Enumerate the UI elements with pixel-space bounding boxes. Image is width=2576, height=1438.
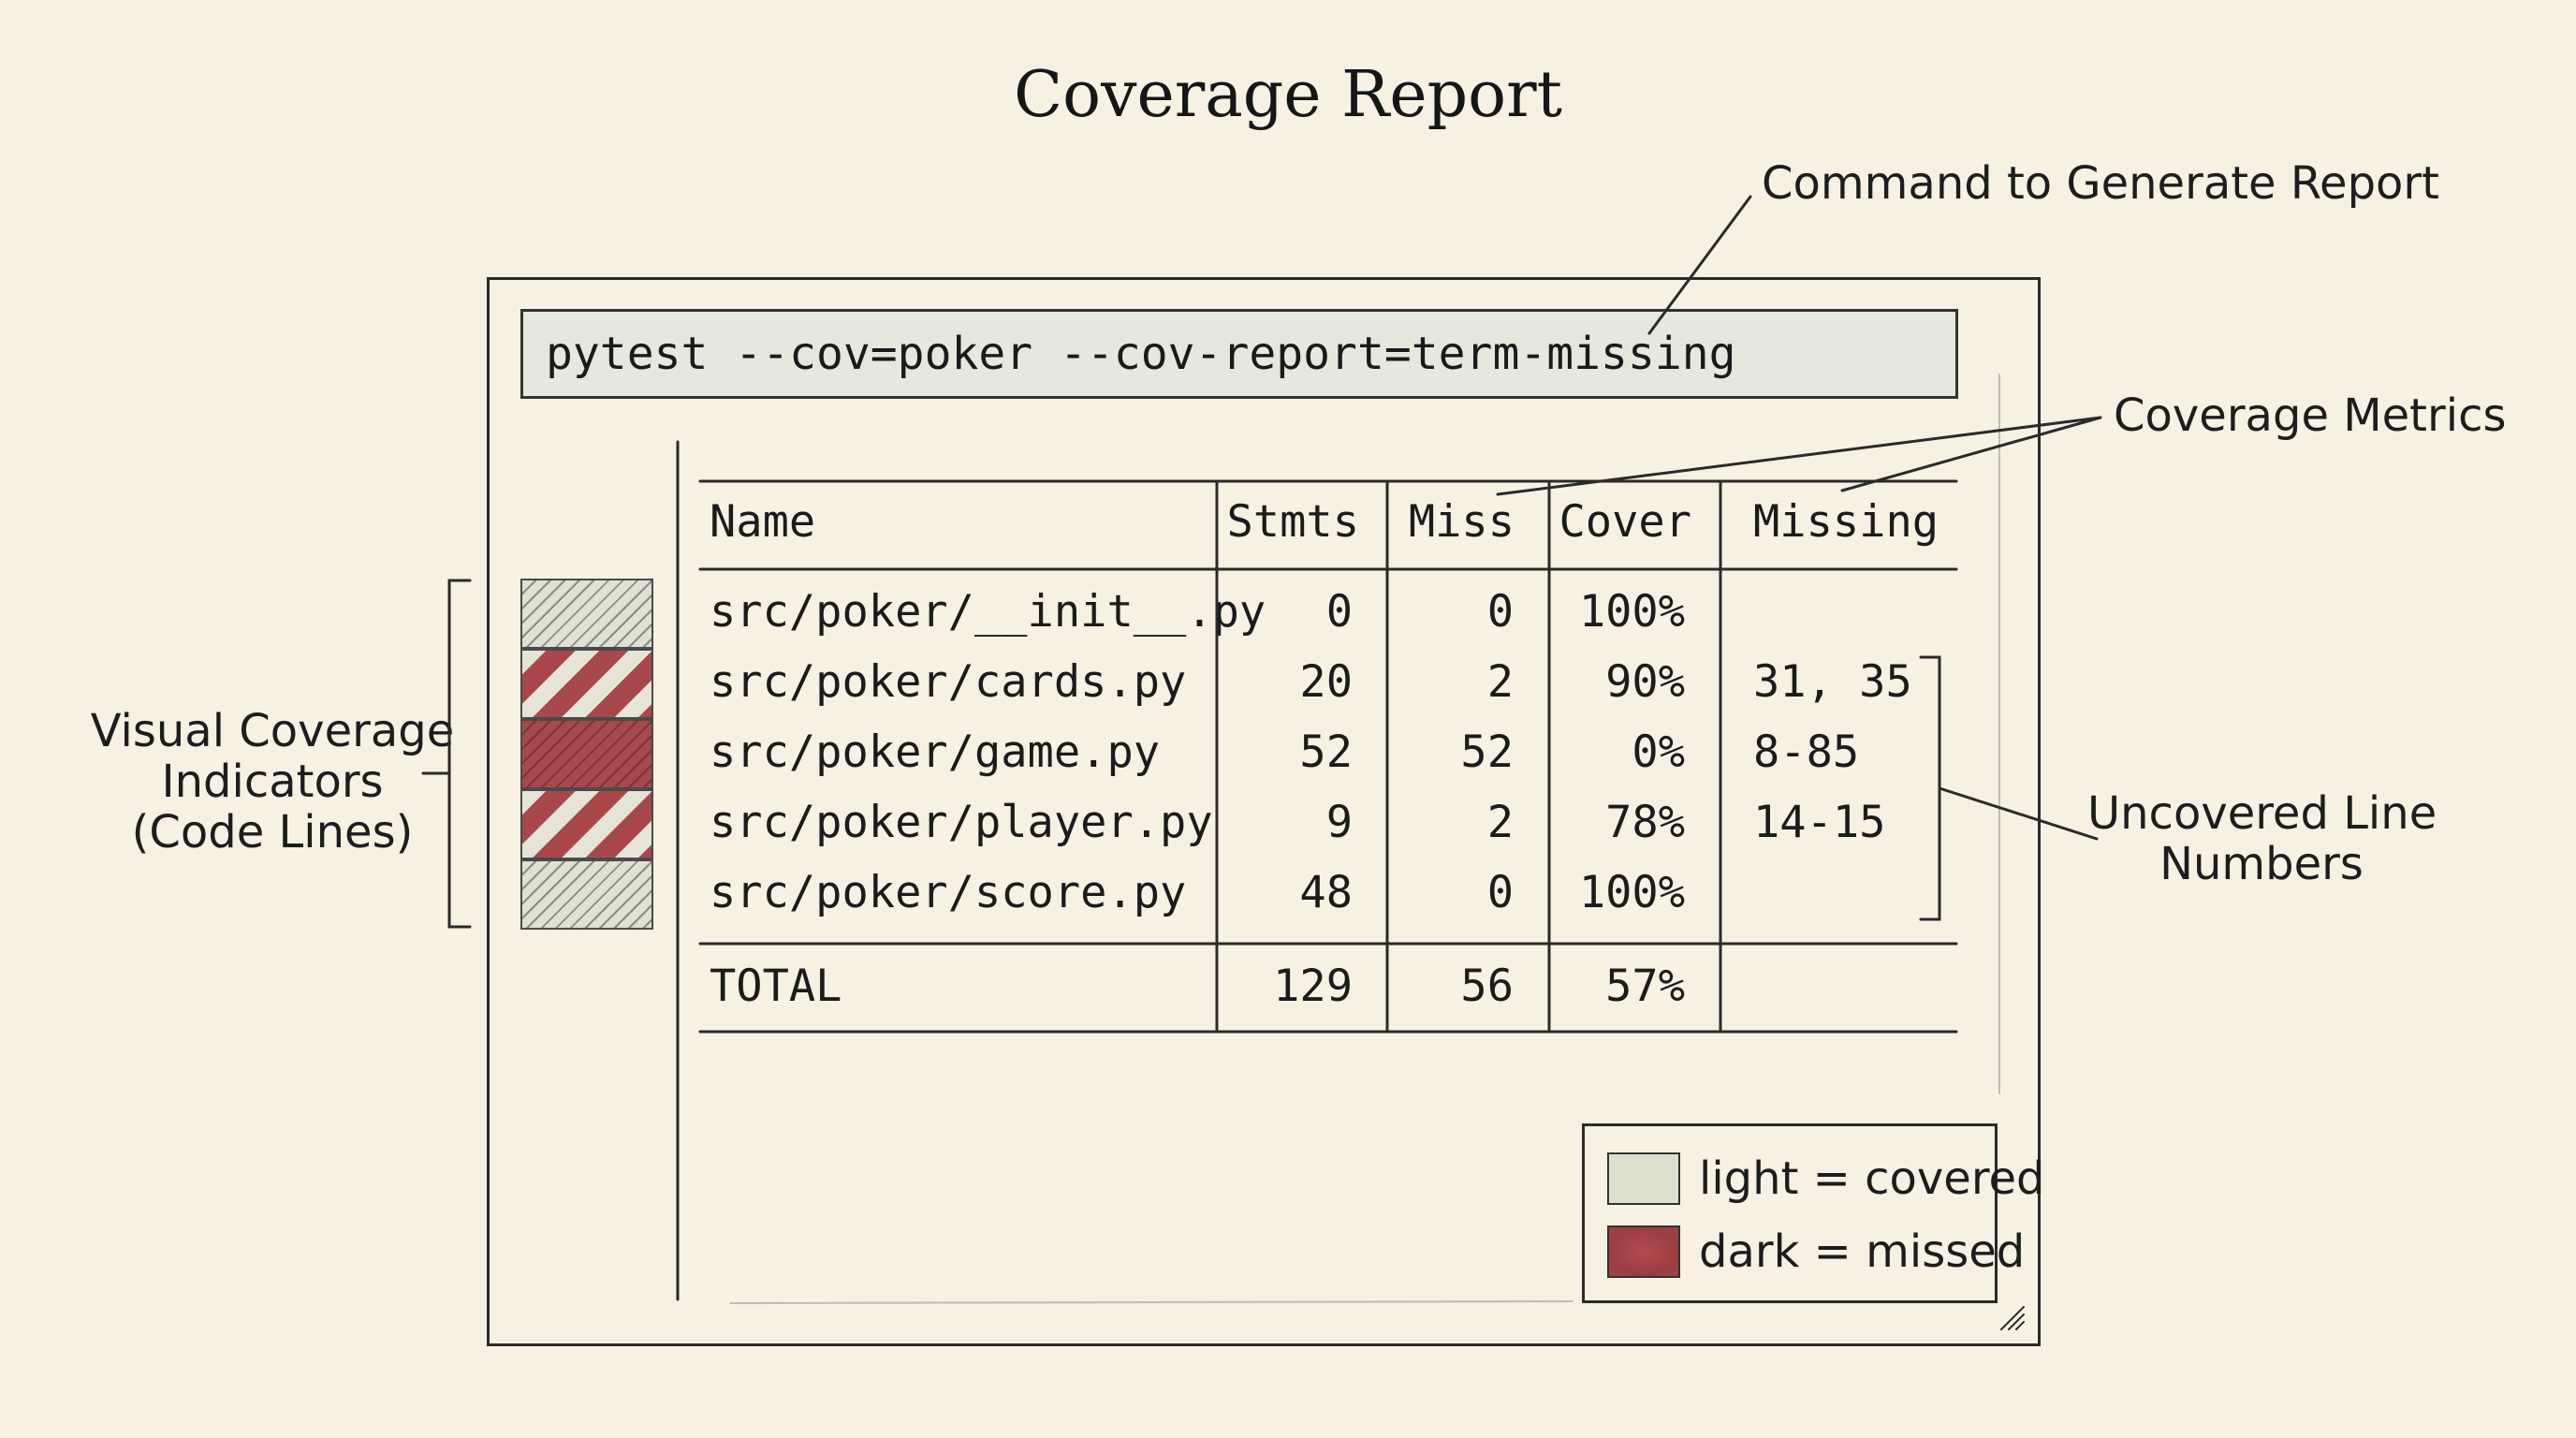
resize-grip-line [2008,1313,2025,1330]
leader-uncovered [1938,786,2099,841]
resize-grip-line [2015,1321,2025,1330]
bracket-visual [447,579,472,929]
leader-command [1647,195,1752,335]
leader-metrics-miss [1496,416,2102,496]
bracket-uncovered [1919,655,1941,921]
diagram-lines [421,195,2102,1330]
leader-metrics-missing [1840,416,2102,492]
sketch-line-bottom [729,1300,1573,1304]
